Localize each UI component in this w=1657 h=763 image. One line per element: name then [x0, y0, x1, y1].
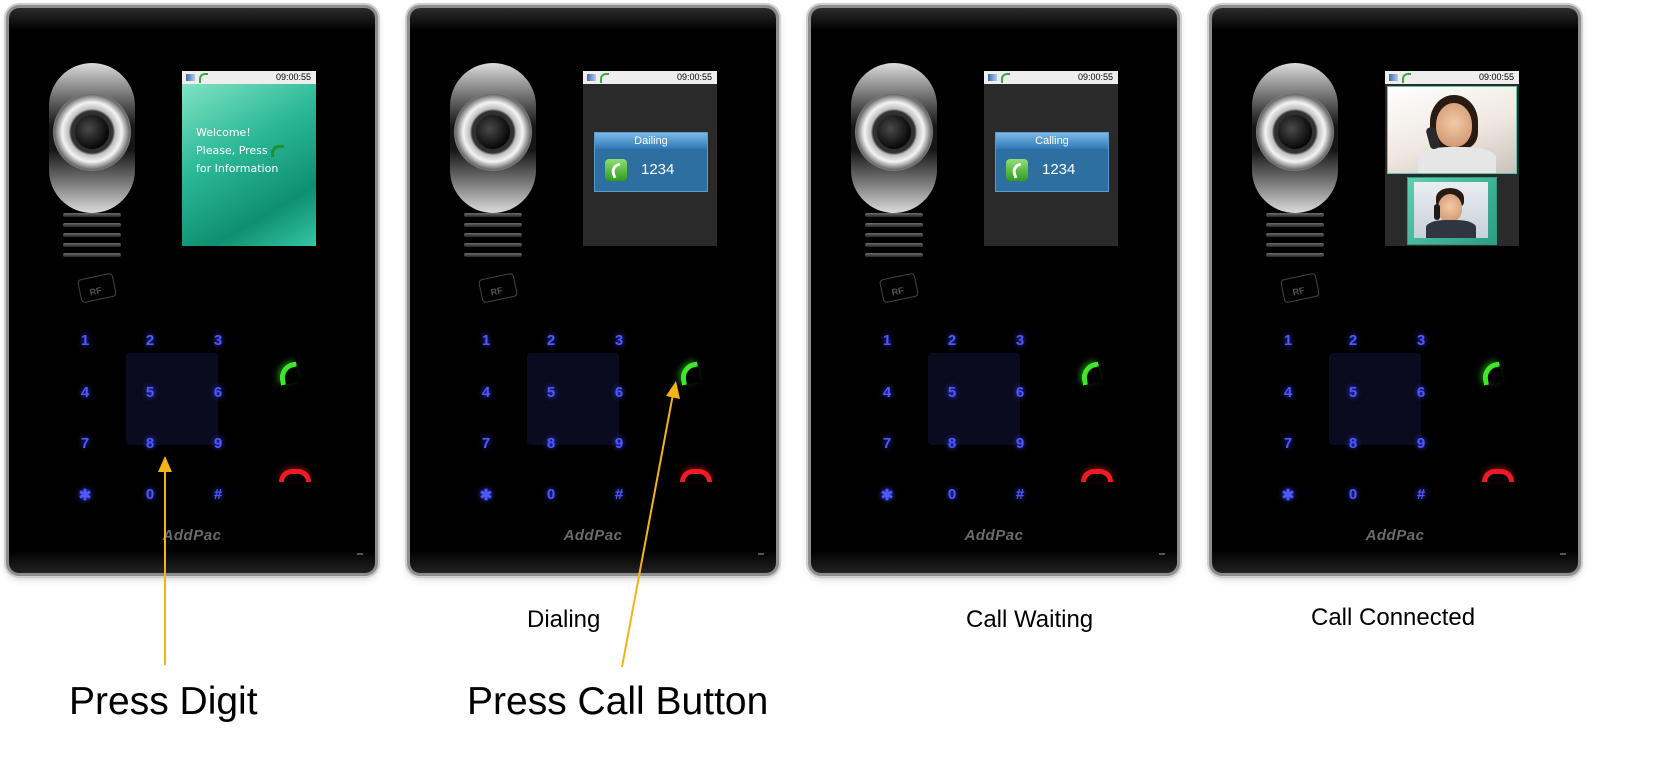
pointer-arrows	[158, 381, 680, 668]
arrow-press-call-button	[621, 381, 680, 668]
arrow-press-digit	[158, 456, 172, 665]
